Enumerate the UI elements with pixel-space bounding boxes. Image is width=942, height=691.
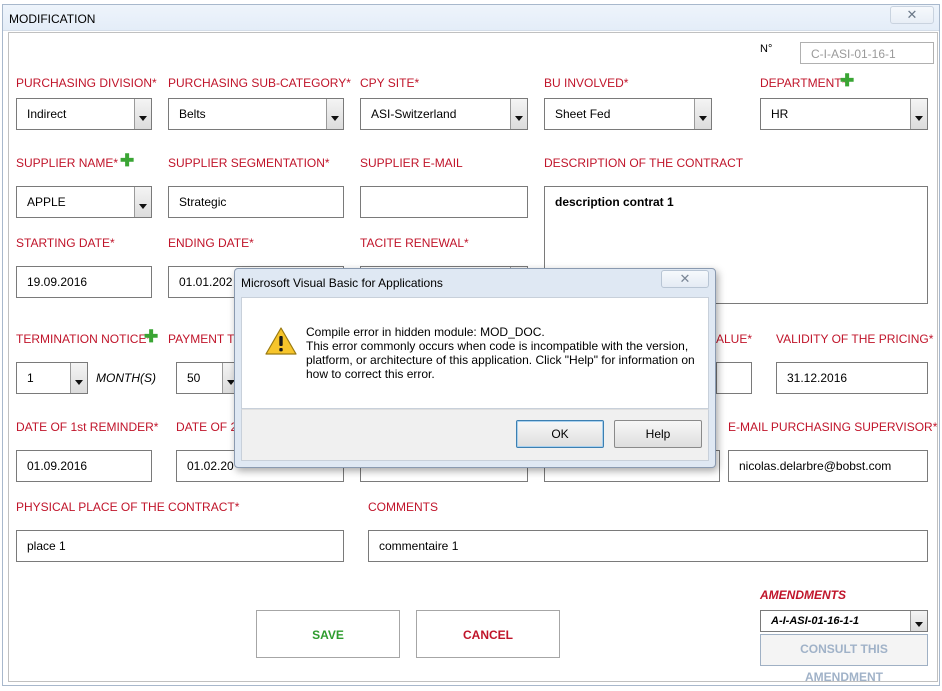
comments-field[interactable]: commentaire 1 [368,530,928,562]
chevron-down-icon[interactable] [326,99,343,129]
dialog-close-button[interactable]: ✕ [661,270,709,288]
ok-button[interactable]: OK [516,420,604,448]
consult-amendment-button[interactable]: CONSULT THIS AMENDMENT [760,634,928,684]
contract-number-field[interactable]: C-I-ASI-01-16-1 [800,42,934,64]
tacite-renewal-label: TACITE RENEWAL* [360,236,469,250]
termination-notice-value: 1 [27,371,34,385]
amendment-select[interactable]: A-I-ASI-01-16-1-1 [760,610,928,632]
physical-place-field[interactable]: place 1 [16,530,344,562]
number-label: N° [760,43,773,55]
dialog-message-line2: This error commonly occurs when code is … [306,339,695,381]
chevron-down-icon[interactable] [510,99,527,129]
help-button[interactable]: Help [614,420,702,448]
amendments-label: AMENDMENTS [760,588,846,602]
ending-date-label: ENDING DATE* [168,236,254,250]
dialog-message: Compile error in hidden module: MOD_DOC.… [306,325,696,381]
warning-icon [265,327,297,355]
amendment-value: A-I-ASI-01-16-1-1 [771,615,860,627]
termination-notice-select[interactable]: 1 [16,362,88,394]
supplier-name-select[interactable]: APPLE [16,186,152,218]
cpy-site-value: ASI-Switzerland [371,107,457,121]
chevron-down-icon[interactable] [134,99,151,129]
chevron-down-icon[interactable] [70,363,87,393]
cpy-site-select[interactable]: ASI-Switzerland [360,98,528,130]
bu-involved-select[interactable]: Sheet Fed [544,98,712,130]
starting-date-label: STARTING DATE* [16,236,115,250]
chevron-down-icon[interactable] [134,187,151,217]
value-field[interactable] [716,362,752,394]
starting-date-field[interactable]: 19.09.2016 [16,266,152,298]
termination-notice-label: TERMINATION NOTICE* [16,332,152,346]
save-button[interactable]: SAVE [256,610,400,658]
supplier-email-label: SUPPLIER E-MAIL [360,156,463,170]
dialog-message-line1: Compile error in hidden module: MOD_DOC. [306,325,545,339]
title-bar [3,5,939,31]
physical-place-label: PHYSICAL PLACE OF THE CONTRACT* [16,500,240,514]
window-close-button[interactable]: ✕ [890,6,934,24]
add-department-icon[interactable]: ✚ [840,72,854,89]
email-supervisor-field[interactable]: nicolas.delarbre@bobst.com [728,450,928,482]
description-label: DESCRIPTION OF THE CONTRACT [544,156,744,170]
supplier-name-value: APPLE [27,195,66,209]
bu-involved-value: Sheet Fed [555,107,611,121]
department-select[interactable]: HR [760,98,928,130]
supplier-name-label: SUPPLIER NAME* [16,156,119,170]
date-1st-reminder-label: DATE OF 1st REMINDER* [16,420,159,434]
date-2nd-reminder-label: DATE OF 2 [176,420,238,434]
cpy-site-label: CPY SITE* [360,76,420,90]
supplier-segmentation-label: SUPPLIER SEGMENTATION* [168,156,330,170]
purchasing-division-label: PURCHASING DIVISION* [16,76,157,90]
purchasing-division-select[interactable]: Indirect [16,98,152,130]
value-label: ALUE* [716,332,753,346]
payment-terms-select[interactable]: 50 [176,362,240,394]
supplier-segmentation-field[interactable]: Strategic [168,186,344,218]
add-supplier-icon[interactable]: ✚ [120,152,134,169]
comments-label: COMMENTS [368,500,438,514]
add-termination-notice-icon[interactable]: ✚ [144,328,158,345]
chevron-down-icon[interactable] [910,611,927,631]
bu-involved-label: BU INVOLVED* [544,76,629,90]
payment-terms-label: PAYMENT TE [168,332,243,346]
supplier-email-field[interactable] [360,186,528,218]
months-unit-label: MONTH(S) [96,371,156,385]
email-supervisor-label: E-MAIL PURCHASING SUPERVISOR* [728,420,938,434]
dialog-title: Microsoft Visual Basic for Applications [241,276,443,290]
purchasing-sub-category-select[interactable]: Belts [168,98,344,130]
purchasing-division-value: Indirect [27,107,67,121]
chevron-down-icon[interactable] [694,99,711,129]
department-value: HR [771,107,789,121]
date-1st-reminder-field[interactable]: 01.09.2016 [16,450,152,482]
department-label: DEPARTMENT* [760,76,847,90]
window-title: MODIFICATION [9,12,96,26]
purchasing-sub-category-value: Belts [179,107,206,121]
validity-pricing-label: VALIDITY OF THE PRICING* [776,332,934,346]
purchasing-sub-category-label: PURCHASING SUB-CATEGORY* [168,76,351,90]
payment-terms-value: 50 [187,371,201,385]
chevron-down-icon[interactable] [910,99,927,129]
validity-pricing-field[interactable]: 31.12.2016 [776,362,928,394]
cancel-button[interactable]: CANCEL [416,610,560,658]
